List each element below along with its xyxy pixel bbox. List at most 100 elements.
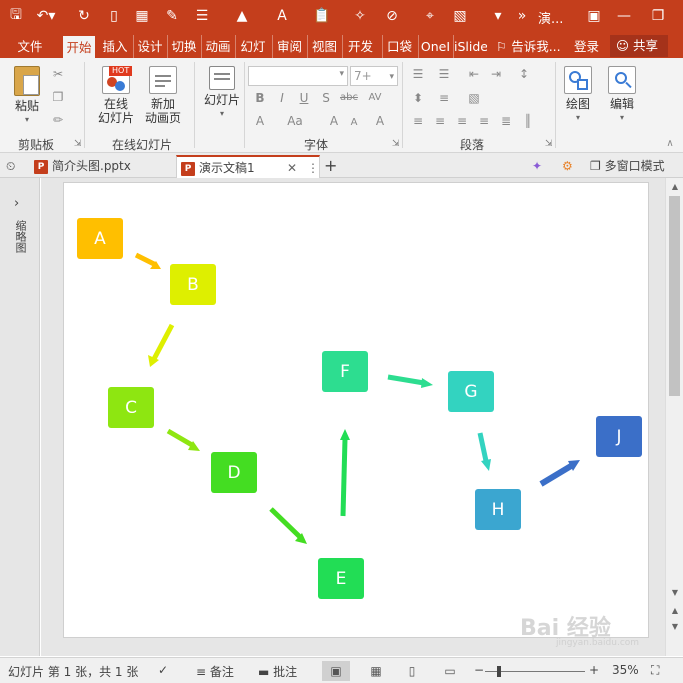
tab-developer[interactable]: 开发 xyxy=(342,35,378,58)
paste-button[interactable]: 粘贴 ▾ xyxy=(10,66,44,127)
share-button[interactable]: ☺ 共享 xyxy=(610,35,668,57)
change-case-button[interactable]: Aa xyxy=(284,114,306,128)
arrow-d-e[interactable] xyxy=(269,507,302,539)
columns-icon[interactable]: ║ xyxy=(520,114,536,128)
node-c[interactable]: C xyxy=(108,387,154,428)
close-icon[interactable]: ✕ xyxy=(287,157,297,179)
vertical-scrollbar[interactable]: ▲ ▼ ▲ ▼ xyxy=(665,178,683,656)
bullets-icon[interactable]: ☰ xyxy=(410,67,426,81)
arrow-g-h[interactable] xyxy=(477,432,489,462)
align-left-icon[interactable]: ≡ xyxy=(410,114,426,128)
arrow-f-g[interactable] xyxy=(387,374,425,386)
more-icon[interactable]: » xyxy=(512,6,532,26)
node-f[interactable]: F xyxy=(322,351,368,392)
align-right-icon[interactable]: ≡ xyxy=(454,114,470,128)
underline-button[interactable]: U xyxy=(296,91,312,105)
distributed-icon[interactable]: ≣ xyxy=(498,114,514,128)
new-file-icon[interactable]: ▯ xyxy=(104,6,124,26)
next-slide-icon[interactable]: ▼ xyxy=(669,622,681,631)
multiwindow-button[interactable]: ❐ 多窗口模式 xyxy=(590,155,682,178)
zoom-out-icon[interactable]: − xyxy=(474,663,484,677)
arrow-h-j[interactable] xyxy=(539,463,573,487)
tell-me-box[interactable]: ⚐ 告诉我... xyxy=(496,35,566,58)
fit-slide-icon[interactable]: ⛶ xyxy=(651,663,659,678)
thumbnail-label[interactable]: 缩略图 xyxy=(14,220,28,253)
undo-icon[interactable]: ↶▾ xyxy=(36,6,56,26)
numbering-icon[interactable]: ☰ xyxy=(436,67,452,81)
zoom-in-icon[interactable]: + xyxy=(589,663,599,677)
decrease-indent-icon[interactable]: ⇤ xyxy=(466,67,482,81)
history-icon[interactable]: ⏲ xyxy=(6,155,26,178)
grow-font-button[interactable]: A xyxy=(326,114,342,128)
shadow-button[interactable]: S xyxy=(318,91,334,105)
clipboard-icon[interactable]: 📋 xyxy=(312,6,332,26)
normal-view-icon[interactable]: ▣ xyxy=(322,661,350,681)
color-swatch-icon[interactable]: ▧ xyxy=(450,6,470,26)
comments-button[interactable]: ▬ 批注 xyxy=(258,663,297,680)
tab-pocket[interactable]: 口袋 xyxy=(382,35,416,58)
doc-tab-1[interactable]: P 简介头图.pptx xyxy=(34,155,174,178)
tab-transitions[interactable]: 切换 xyxy=(167,35,200,58)
scroll-thumb[interactable] xyxy=(669,196,680,396)
italic-button[interactable]: I xyxy=(274,91,290,105)
prev-slide-icon[interactable]: ▲ xyxy=(669,606,681,615)
text-direction-icon[interactable]: ⬍ xyxy=(410,91,426,105)
editing-button[interactable]: 编辑 ▾ xyxy=(604,66,640,125)
align-center-icon[interactable]: ≡ xyxy=(432,114,448,128)
redo-icon[interactable]: ↻ xyxy=(74,6,94,26)
slides-button[interactable]: 幻灯片 ▾ xyxy=(202,66,242,121)
spellcheck-icon[interactable]: ✓ xyxy=(158,663,168,677)
font-color-button[interactable]: A xyxy=(252,114,268,128)
drawing-button[interactable]: 绘图 ▾ xyxy=(560,66,596,125)
zoom-level[interactable]: 35% xyxy=(612,663,639,677)
font-name-input[interactable]: ▾ xyxy=(248,66,348,86)
shrink-font-button[interactable]: A xyxy=(346,116,362,130)
character-spacing-button[interactable]: AV xyxy=(364,91,386,105)
node-b[interactable]: B xyxy=(170,264,216,305)
bold-button[interactable]: B xyxy=(252,91,268,105)
settings-icon[interactable]: ⚙ xyxy=(562,155,580,178)
smartart-icon[interactable]: ▧ xyxy=(466,91,482,105)
doc-tab-2[interactable]: P 演示文稿1 ✕ ⋮ xyxy=(176,155,320,178)
node-j[interactable]: J xyxy=(596,416,642,457)
slideshow-icon[interactable]: ▭ xyxy=(436,661,464,681)
node-e[interactable]: E xyxy=(318,558,364,599)
font-launcher-icon[interactable]: ⇲ xyxy=(392,139,400,149)
more-icon[interactable]: ⋮ xyxy=(307,157,319,179)
grid-icon[interactable]: ▦ xyxy=(132,6,152,26)
cut-icon[interactable]: ✂ xyxy=(50,67,66,81)
node-a[interactable]: A xyxy=(77,218,123,259)
text-color-icon[interactable]: A xyxy=(272,6,292,26)
align-text-icon[interactable]: ≡ xyxy=(436,91,452,105)
save-icon[interactable]: 🖫 xyxy=(6,6,26,26)
tab-review[interactable]: 审阅 xyxy=(272,35,306,58)
slide-sorter-icon[interactable]: ▦ xyxy=(362,661,390,681)
fill-icon[interactable]: ▲ xyxy=(232,6,252,26)
block-icon[interactable]: ⊘ xyxy=(382,6,402,26)
tab-animations[interactable]: 动画 xyxy=(201,35,234,58)
arrow-a-b[interactable] xyxy=(134,252,158,268)
clear-format-button[interactable]: A xyxy=(372,114,388,128)
new-animation-page-button[interactable]: 新加 动画页 xyxy=(142,66,184,125)
strikethrough-button[interactable]: abc xyxy=(338,91,360,105)
copy-icon[interactable]: ❐ xyxy=(50,90,66,104)
node-h[interactable]: H xyxy=(475,489,521,530)
tab-home[interactable]: 开始 xyxy=(62,35,96,58)
arrow-e-f[interactable] xyxy=(340,438,348,517)
wand-icon[interactable]: ✦ xyxy=(532,155,550,178)
format-painter-icon[interactable]: ✏ xyxy=(50,113,66,127)
notes-button[interactable]: ≡ 备注 xyxy=(196,663,234,680)
scroll-up-icon[interactable]: ▲ xyxy=(669,182,681,191)
line-spacing-icon[interactable]: ↕ xyxy=(516,67,532,81)
align-icon[interactable]: ☰ xyxy=(192,6,212,26)
clipboard-launcher-icon[interactable]: ⇲ xyxy=(74,139,82,149)
node-g[interactable]: G xyxy=(448,371,494,412)
tab-design[interactable]: 设计 xyxy=(133,35,166,58)
slide-canvas[interactable]: A B C D E F G H J xyxy=(63,182,649,638)
tab-onenote[interactable]: OneI xyxy=(418,35,452,58)
collapse-ribbon-icon[interactable]: ∧ xyxy=(662,137,678,151)
zoom-slider-thumb[interactable] xyxy=(497,666,501,677)
restore-icon[interactable]: ❐ xyxy=(646,4,670,28)
target-icon[interactable]: ⌖ xyxy=(420,6,440,26)
eyedropper-icon[interactable]: ✎ xyxy=(162,6,182,26)
